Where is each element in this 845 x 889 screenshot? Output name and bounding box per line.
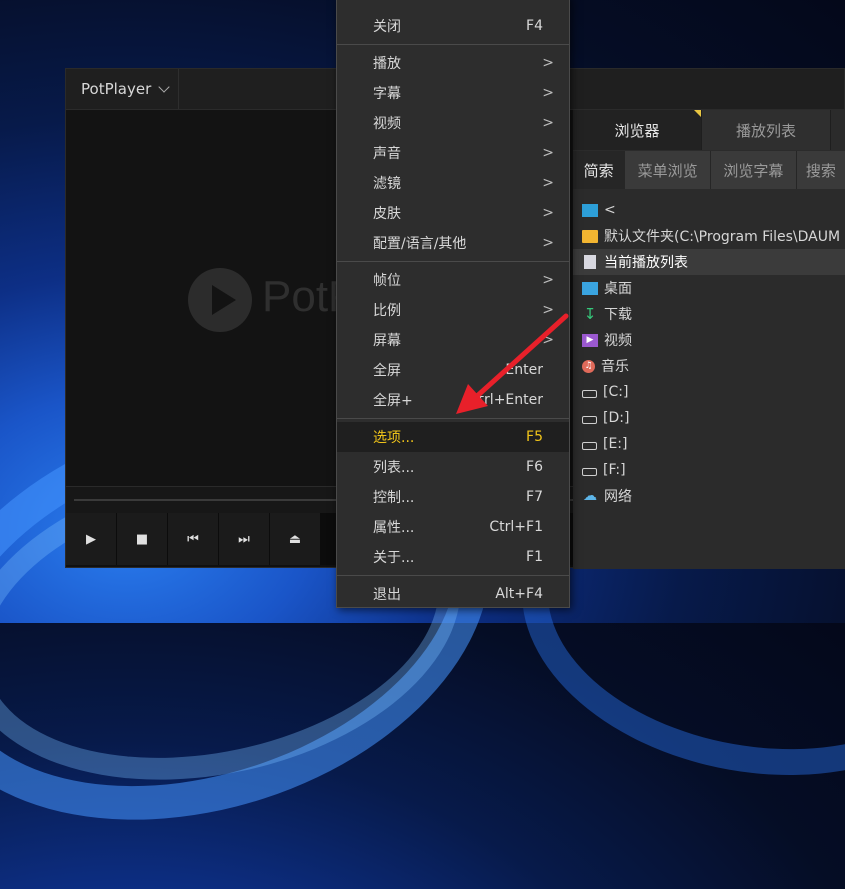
list-item-drive-c[interactable]: [C:] [573,379,845,405]
menu-item-ratio[interactable]: 比例 > [337,295,569,325]
desktop-icon [582,281,598,295]
stop-icon: ■ [135,531,149,547]
menu-item-fullscreen-plus[interactable]: 全屏+ Ctrl+Enter [337,385,569,415]
drive-icon [582,416,597,424]
stop-button[interactable]: ■ [117,513,167,565]
chevron-down-icon [158,80,170,93]
menu-item-filters[interactable]: 滤镜 > [337,168,569,198]
menu-item-screen[interactable]: 屏幕 > [337,325,569,355]
list-item-drive-e[interactable]: [E:] [573,431,845,457]
previous-button[interactable]: ⏮ [168,513,218,565]
next-button[interactable]: ⏭ [219,513,269,565]
list-item-up[interactable]: < [573,197,845,223]
list-item-downloads[interactable]: ↧ 下载 [573,301,845,327]
music-icon: ♫ [582,359,595,373]
context-menu: 关闭 F4 播放 > 字幕 > 视频 > 声音 > 滤镜 > 皮肤 > 配置/语言/其他 > 帧… [336,0,570,608]
download-icon: ↧ [583,305,597,323]
menu-item-close[interactable]: 关闭 F4 [337,11,569,41]
app-menu-button[interactable]: PotPlayer [66,69,179,109]
subtab-search[interactable]: 搜索 [796,151,845,189]
menu-item-subtitles[interactable]: 字幕 > [337,78,569,108]
menu-item-about[interactable]: 关于... F1 [337,542,569,572]
menu-item-audio[interactable]: 声音 > [337,138,569,168]
menu-item-fullscreen[interactable]: 全屏 Enter [337,355,569,385]
subtab-menu-browse[interactable]: 菜单浏览 [625,151,711,189]
menu-item-playlist[interactable]: 列表... F6 [337,452,569,482]
menu-item-options[interactable]: 选项... F5 [337,422,569,452]
subtab-subtitle-browse[interactable]: 浏览字幕 [710,151,797,189]
list-item-music[interactable]: ♫ 音乐 [573,353,845,379]
browser-subtabs: 简索 菜单浏览 浏览字幕 搜索 [573,151,845,189]
menu-item-config[interactable]: 配置/语言/其他 > [337,228,569,258]
list-item-drive-d[interactable]: [D:] [573,405,845,431]
drive-icon [582,390,597,398]
app-menu-label: PotPlayer [81,80,152,98]
playlist-icon [584,255,596,269]
browser-panel: 浏览器 播放列表 简索 菜单浏览 浏览字幕 搜索 < 默认文件夹(C:\Prog… [573,110,845,569]
up-icon [582,203,598,217]
menu-item-control[interactable]: 控制... F7 [337,482,569,512]
menu-item-video[interactable]: 视频 > [337,108,569,138]
list-item-desktop[interactable]: 桌面 [573,275,845,301]
list-item-videos[interactable]: ▶ 视频 [573,327,845,353]
tab-playlist[interactable]: 播放列表 [702,110,831,150]
subtab-index[interactable]: 简索 [573,151,626,189]
menu-item-frame[interactable]: 帧位 > [337,265,569,295]
drive-icon [582,442,597,450]
folder-icon [582,229,598,243]
list-item-current-playlist[interactable]: 当前播放列表 [573,249,845,275]
list-item-drive-f[interactable]: [F:] [573,457,845,483]
browser-list: < 默认文件夹(C:\Program Files\DAUM 当前播放列表 桌面 … [573,197,845,509]
menu-item-exit[interactable]: 退出 Alt+F4 [337,579,569,609]
list-item-default-folder[interactable]: 默认文件夹(C:\Program Files\DAUM [573,223,845,249]
eject-icon: ⏏ [288,531,302,547]
video-icon: ▶ [582,333,598,347]
drive-icon [582,468,597,476]
tab-browser[interactable]: 浏览器 [573,110,702,150]
play-button[interactable]: ▶ [66,513,116,565]
network-icon: ☁ [583,488,597,504]
play-logo-icon [188,268,252,332]
panel-tabs: 浏览器 播放列表 [573,110,845,150]
menu-item-properties[interactable]: 属性... Ctrl+F1 [337,512,569,542]
play-icon: ▶ [86,531,96,547]
menu-item-skins[interactable]: 皮肤 > [337,198,569,228]
list-item-network[interactable]: ☁ 网络 [573,483,845,509]
next-icon: ⏭ [238,531,250,547]
previous-icon: ⏮ [187,531,199,547]
menu-item-play[interactable]: 播放 > [337,48,569,78]
eject-button[interactable]: ⏏ [270,513,320,565]
